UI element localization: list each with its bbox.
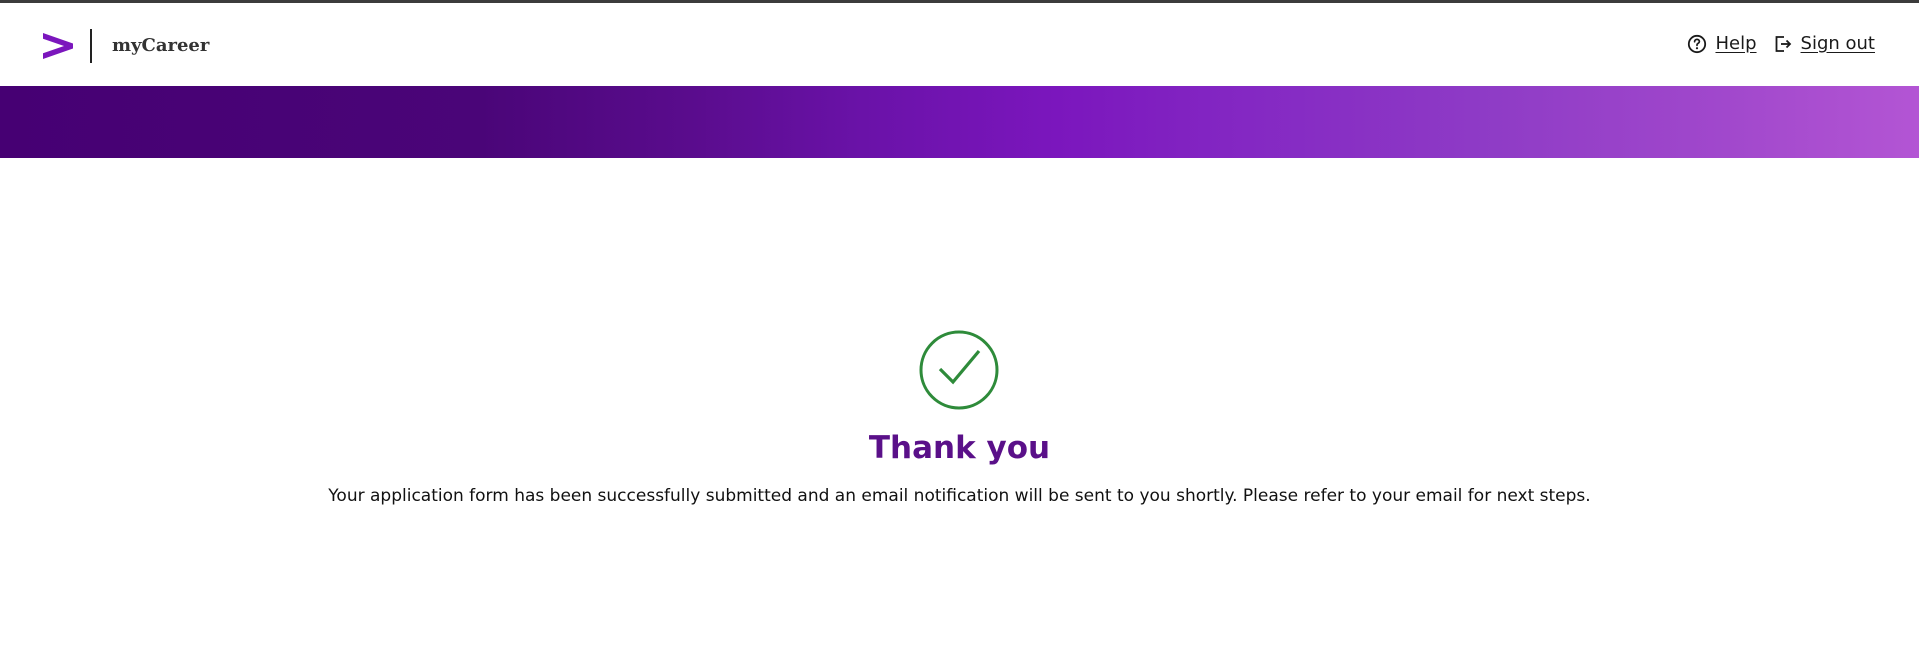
signout-link[interactable]: Sign out [1773,33,1875,55]
accenture-logo-icon[interactable] [42,31,74,61]
header-nav: Help Sign out [1687,33,1875,55]
app-name[interactable]: myCareer [112,34,209,58]
confirmation-title: Thank you [868,430,1051,466]
help-link[interactable]: Help [1687,33,1757,55]
signout-label: Sign out [1800,33,1875,54]
exit-door-icon [1773,34,1793,54]
hero-gradient-banner [0,86,1919,158]
confirmation-message: Your application form has been successfu… [328,486,1591,506]
app-header: myCareer Help Sign out [0,3,1919,86]
question-circle-icon [1687,34,1707,54]
confirmation-panel: Thank you Your application form has been… [0,158,1919,666]
logo-divider [90,29,92,63]
help-label: Help [1715,33,1757,54]
check-circle-icon [918,329,1000,411]
